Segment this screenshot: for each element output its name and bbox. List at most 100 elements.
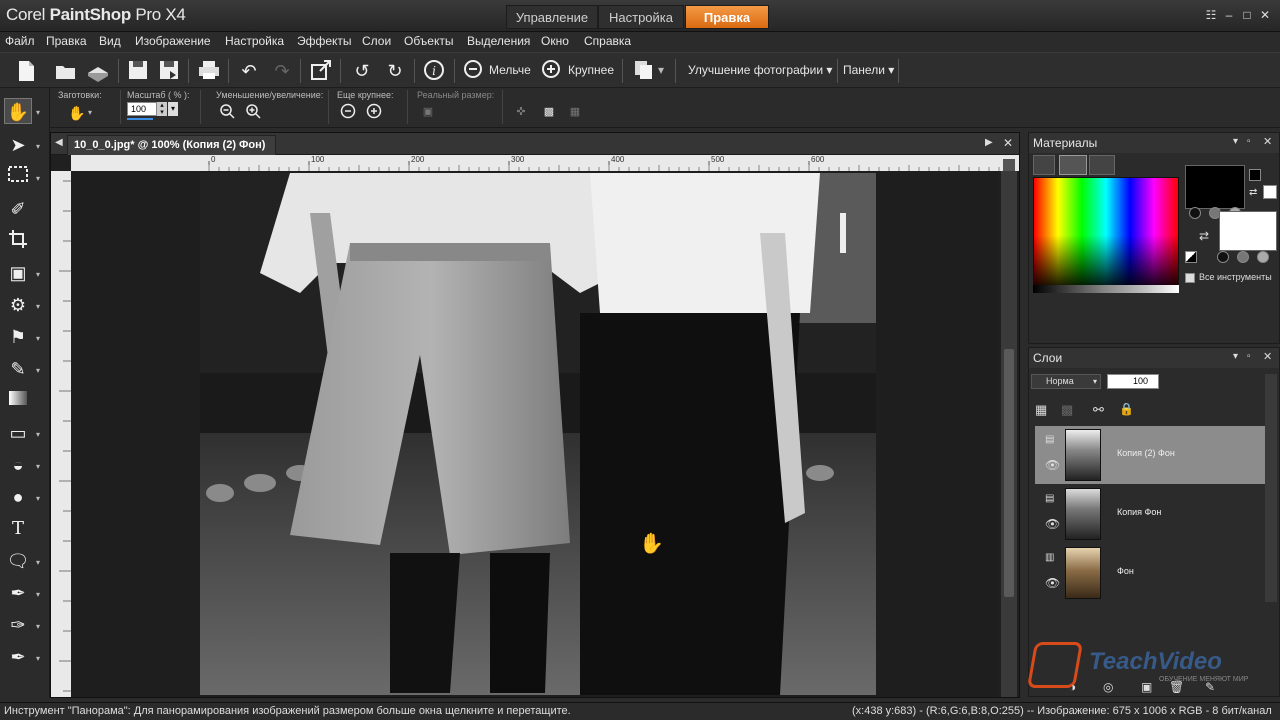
eye-visibility-icon[interactable]: 👁	[1045, 458, 1060, 472]
dropper-tool-icon[interactable]: ✐	[4, 196, 32, 222]
undo-icon[interactable]: ↶	[237, 59, 261, 83]
info-icon[interactable]: i	[422, 59, 446, 83]
red-eye-tool-icon[interactable]: ⚙	[4, 292, 32, 318]
canvas-area[interactable]: ✋	[71, 171, 999, 697]
resize-icon[interactable]	[309, 59, 333, 83]
maximize-button[interactable]: □	[1240, 8, 1254, 22]
crop-tool-icon[interactable]	[4, 228, 32, 254]
smudge-tool-icon[interactable]: ●	[4, 484, 32, 510]
bg-style-gradient-icon[interactable]	[1237, 251, 1249, 263]
close-document-icon[interactable]: ✕	[1003, 136, 1013, 150]
color-spectrum-picker[interactable]	[1033, 177, 1179, 293]
grayscale-strip[interactable]	[1033, 285, 1179, 293]
zoom-in-small-icon[interactable]	[244, 103, 262, 121]
gradient-tool-icon[interactable]	[4, 388, 32, 414]
warp-brush-tool-icon[interactable]: ✑	[4, 612, 32, 638]
chevron-down-icon[interactable]: ▾	[1233, 136, 1238, 147]
bg-style-color-icon[interactable]	[1217, 251, 1229, 263]
scroll-up-icon[interactable]	[1003, 159, 1015, 171]
chevron-down-icon[interactable]: ▾	[36, 558, 44, 567]
shape-tool-icon[interactable]: 🗨	[4, 548, 32, 574]
fit-screen-icon[interactable]: ▦	[566, 103, 584, 121]
print-icon[interactable]	[197, 59, 221, 83]
chevron-down-icon[interactable]: ▾	[36, 494, 44, 503]
redo-icon[interactable]: ↷	[270, 59, 294, 83]
text-tool-icon[interactable]: T	[4, 516, 32, 542]
layer-item[interactable]: ▥ 👁 Фон	[1035, 544, 1275, 602]
frame-tab-icon[interactable]	[1033, 155, 1055, 175]
open-file-icon[interactable]	[54, 59, 78, 83]
new-adjustment-layer-icon[interactable]: ▣	[1141, 680, 1152, 694]
default-colors-icon[interactable]	[1185, 251, 1197, 263]
document-tab[interactable]: 10_0_0.jpg* @ 100% (Копия (2) Фон)	[67, 135, 277, 155]
link-icon[interactable]: ⚯	[1093, 402, 1104, 418]
zoom-out-label[interactable]: Мельче	[489, 63, 531, 77]
pan-tool-icon[interactable]: ✋	[4, 98, 32, 124]
zoom-out-small-icon[interactable]	[218, 103, 236, 121]
zoom-more-in-icon[interactable]	[365, 103, 383, 121]
tab-scroll-left-icon[interactable]: ◀	[55, 137, 63, 148]
small-bg-swatch[interactable]	[1263, 185, 1277, 199]
tab-scroll-right-icon[interactable]: ▶	[985, 137, 993, 148]
new-layer-icon[interactable]: ▦	[1035, 402, 1047, 418]
opacity-input[interactable]: 100	[1107, 374, 1159, 389]
vertical-scrollbar[interactable]	[1001, 159, 1017, 697]
lock-icon[interactable]: 🔒	[1119, 402, 1134, 416]
menu-layers[interactable]: Слои	[362, 34, 391, 48]
new-mask-icon[interactable]: ▩	[1061, 402, 1073, 418]
close-panel-icon[interactable]: ✕	[1263, 350, 1272, 363]
menu-objects[interactable]: Объекты	[404, 34, 454, 48]
tab-adjust[interactable]: Настройка	[598, 5, 684, 29]
layer-item[interactable]: ▤ 👁 Копия (2) Фон	[1035, 426, 1275, 484]
layer-properties-icon[interactable]: ✎	[1205, 680, 1215, 694]
photo-image[interactable]	[200, 173, 876, 695]
pin-icon[interactable]: ▫	[1247, 136, 1251, 147]
actual-size-icon[interactable]: ▣	[419, 103, 437, 121]
rainbow-tab-icon[interactable]	[1059, 155, 1087, 175]
selection-tool-icon[interactable]	[4, 164, 32, 190]
background-color-swatch[interactable]	[1219, 211, 1277, 251]
copy-dropdown-arrow[interactable]: ▾	[658, 63, 664, 77]
tab-manage[interactable]: Управление	[506, 5, 598, 29]
rotate-right-icon[interactable]: ↻	[383, 59, 407, 83]
menu-selections[interactable]: Выделения	[467, 34, 530, 48]
menu-adjust[interactable]: Настройка	[225, 34, 284, 48]
chevron-down-icon[interactable]: ▾	[88, 108, 92, 117]
menu-edit[interactable]: Правка	[46, 34, 87, 48]
fill-tool-icon[interactable]: ◒	[4, 452, 32, 478]
pin-icon[interactable]: ▫	[1247, 351, 1251, 362]
menu-image[interactable]: Изображение	[135, 34, 211, 48]
copy-icon[interactable]	[632, 59, 656, 83]
scrollbar-thumb[interactable]	[1004, 349, 1014, 597]
blend-mode-select[interactable]: Норма ▾	[1031, 374, 1101, 389]
delete-layer-icon[interactable]: 🗑	[1169, 680, 1184, 694]
new-file-icon[interactable]	[14, 59, 38, 83]
chevron-down-icon[interactable]: ▾	[36, 108, 44, 117]
fit-window-icon[interactable]: ✜	[512, 103, 530, 121]
paint-brush-tool-icon[interactable]: ✎	[4, 356, 32, 382]
chevron-down-icon[interactable]: ▾	[36, 430, 44, 439]
chevron-down-icon[interactable]: ▾	[36, 334, 44, 343]
menu-file[interactable]: Файл	[5, 34, 35, 48]
menu-window[interactable]: Окно	[541, 34, 569, 48]
swap-colors-icon[interactable]: ⇄	[1249, 187, 1257, 198]
chevron-down-icon[interactable]: ▾	[36, 174, 44, 183]
zoom-more-out-icon[interactable]	[339, 103, 357, 121]
chevron-down-icon[interactable]: ▾	[36, 366, 44, 375]
fit-image-icon[interactable]: ▩	[540, 103, 558, 121]
eye-visibility-icon[interactable]: 👁	[1045, 517, 1060, 531]
zoom-percent-input[interactable]: 100	[127, 102, 157, 116]
layer-item[interactable]: ▤ 👁 Копия Фон	[1035, 485, 1275, 543]
foreground-color-swatch[interactable]	[1185, 165, 1245, 209]
pick-tool-icon[interactable]: ➤	[4, 132, 32, 158]
menu-help[interactable]: Справка	[584, 34, 631, 48]
chevron-down-icon[interactable]: ▾	[36, 142, 44, 151]
pen-tool-icon[interactable]: ✒	[4, 580, 32, 606]
new-raster-layer-icon[interactable]: ◑	[1069, 680, 1076, 694]
close-button[interactable]: ✕	[1258, 8, 1272, 22]
picture-tube-tool-icon[interactable]: ✒	[4, 644, 32, 670]
hand-preset-icon[interactable]: ✋	[68, 104, 86, 122]
close-panel-icon[interactable]: ✕	[1263, 135, 1272, 148]
enhance-photo-menu[interactable]: Улучшение фотографии ▾	[688, 63, 832, 77]
save-as-icon[interactable]	[157, 59, 181, 83]
